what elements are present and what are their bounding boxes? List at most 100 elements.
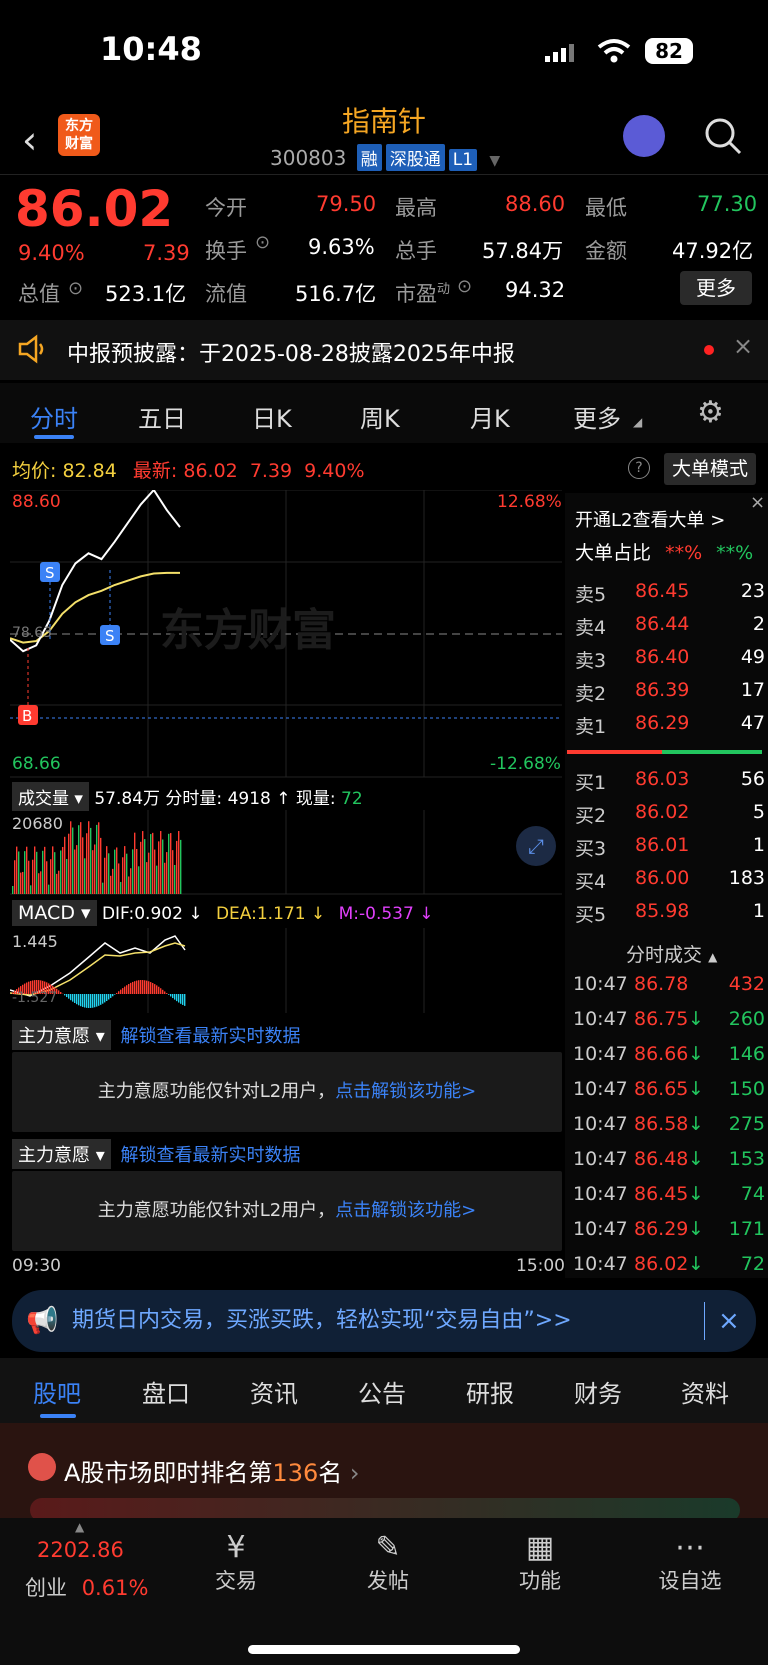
tab-intraday[interactable]: 分时 xyxy=(30,399,78,434)
tab-monthly-k[interactable]: 月K xyxy=(470,399,510,434)
nav-trade[interactable]: ¥ 交易 xyxy=(186,1530,286,1595)
rank-banner[interactable]: A股市场即时排名第136名 › xyxy=(0,1423,768,1522)
expand-icon[interactable]: ⤢ xyxy=(516,826,556,866)
tab-research[interactable]: 研报 xyxy=(466,1374,514,1409)
watermark-logo: 东方财富 xyxy=(160,605,336,656)
stock-code: 300803 xyxy=(270,146,347,170)
gear-icon[interactable]: ⚙ xyxy=(697,395,724,430)
macd-bar xyxy=(92,994,94,1008)
volume-bar xyxy=(150,834,152,894)
volume-bar xyxy=(178,831,180,894)
volume-selector[interactable]: 成交量 ▾ xyxy=(12,782,89,811)
unlock-feature-link[interactable]: 点击解锁该功能> xyxy=(335,1081,476,1102)
close-icon[interactable]: × xyxy=(750,492,765,513)
ask-row[interactable]: 卖1 86.29 47 xyxy=(575,712,765,742)
help-icon[interactable]: ? xyxy=(628,457,650,479)
bid-row[interactable]: 买2 86.02 5 xyxy=(575,801,765,831)
tab-finance[interactable]: 财务 xyxy=(574,1374,622,1409)
close-icon[interactable]: × xyxy=(733,332,753,360)
bid-row[interactable]: 买4 86.00 183 xyxy=(575,867,765,897)
main-intent-selector[interactable]: 主力意愿 ▾ xyxy=(12,1139,111,1169)
tab-daily-k[interactable]: 日K xyxy=(252,399,292,434)
vol-max-label: 20680 xyxy=(12,814,63,833)
main-intent-selector[interactable]: 主力意愿 ▾ xyxy=(12,1020,111,1050)
main-intent-locked[interactable]: 主力意愿功能仅针对L2用户，点击解锁该功能> xyxy=(12,1171,562,1251)
avg-label: 均价: xyxy=(12,460,57,482)
info-icon[interactable]: ⊙ xyxy=(255,232,270,253)
main-intent-header: 主力意愿 ▾ 解锁查看最新实时数据 xyxy=(12,1020,301,1050)
nav-functions[interactable]: ▦ 功能 xyxy=(490,1530,590,1595)
macd-bar xyxy=(84,994,86,1008)
volume-bar xyxy=(36,851,38,894)
macd-bar xyxy=(136,980,138,994)
volume-value: 57.84万 xyxy=(482,239,564,263)
main-intent-locked[interactable]: 主力意愿功能仅针对L2用户，点击解锁该功能> xyxy=(12,1052,562,1132)
ask-row[interactable]: 卖4 86.44 2 xyxy=(575,613,765,643)
caret-icon: ◢ xyxy=(633,415,643,429)
ask-row[interactable]: 卖3 86.40 49 xyxy=(575,646,765,676)
close-icon[interactable]: × xyxy=(718,1290,740,1352)
tag-level: L1 xyxy=(448,149,478,171)
unlock-feature-link[interactable]: 点击解锁该功能> xyxy=(335,1200,476,1221)
info-icon[interactable]: ⊙ xyxy=(457,276,472,297)
tab-profile[interactable]: 资料 xyxy=(681,1374,729,1409)
macd-bar xyxy=(114,994,116,995)
volume-bar xyxy=(70,821,72,894)
y-min-label: 68.66 xyxy=(12,754,61,774)
tick-volume: 260 xyxy=(728,1008,765,1030)
svg-text:S: S xyxy=(105,627,115,645)
tab-more[interactable]: 更多 xyxy=(573,399,621,434)
info-icon[interactable]: ⊙ xyxy=(68,278,83,299)
bid-row[interactable]: 买1 86.03 56 xyxy=(575,768,765,798)
bid-row[interactable]: 买5 85.98 1 xyxy=(575,900,765,930)
macd-bar xyxy=(168,994,170,995)
tick-time: 10:47 xyxy=(573,1078,628,1100)
macd-bar xyxy=(68,994,70,999)
bid-row[interactable]: 买3 86.01 1 xyxy=(575,834,765,864)
tab-announcements[interactable]: 公告 xyxy=(358,1374,406,1409)
volume-bar xyxy=(80,822,82,894)
tick-price: 86.48 xyxy=(634,1148,689,1170)
macd-selector[interactable]: MACD ▾ xyxy=(12,900,97,926)
robot-assistant-icon[interactable] xyxy=(623,115,665,157)
volume-bar xyxy=(144,839,146,894)
signal-icon xyxy=(545,44,581,66)
tab-guba[interactable]: 股吧 xyxy=(33,1374,81,1409)
ask-row[interactable]: 卖2 86.39 17 xyxy=(575,679,765,709)
stock-code-row[interactable]: 300803 融深股通 L1 ▼ xyxy=(270,144,500,171)
tab-pankou[interactable]: 盘口 xyxy=(142,1374,190,1409)
tick-arrow: ↓ xyxy=(688,1008,704,1030)
open-l2-link[interactable]: 开通L2查看大单 > xyxy=(575,506,725,532)
volume-bar xyxy=(68,833,70,894)
search-icon[interactable] xyxy=(703,116,743,160)
notice-banner[interactable]: 中报预披露：于2025-08-28披露2025年中报 × xyxy=(0,320,768,380)
big-order-mode-button[interactable]: 大单模式 xyxy=(664,453,756,485)
volume-bar xyxy=(78,825,80,894)
tab-news[interactable]: 资讯 xyxy=(250,1374,298,1409)
tick-price: 86.02 xyxy=(634,1253,689,1275)
nav-add-watchlist[interactable]: ⋯ 设自选 xyxy=(640,1530,740,1595)
futures-ad-banner[interactable]: 📢 期货日内交易，买涨买跌，轻松实现“交易自由”>> × xyxy=(12,1290,756,1352)
tab-weekly-k[interactable]: 周K xyxy=(360,399,400,434)
bid-volume: 1 xyxy=(752,900,765,922)
fs-arrow: ↑ xyxy=(276,789,291,809)
ask-level: 卖1 xyxy=(575,716,607,738)
bid-level: 买3 xyxy=(575,838,607,860)
unlock-link[interactable]: 解锁查看最新实时数据 xyxy=(121,1026,301,1047)
high-value: 88.60 xyxy=(505,192,566,216)
unlock-link[interactable]: 解锁查看最新实时数据 xyxy=(121,1145,301,1166)
time-start: 09:30 xyxy=(12,1256,61,1276)
index-value[interactable]: 2202.86 xyxy=(37,1538,124,1562)
y-max-label: 88.60 xyxy=(12,492,61,512)
nav-post[interactable]: ✎ 发帖 xyxy=(338,1530,438,1595)
macd-bar xyxy=(144,980,146,994)
rank-suffix: 名 xyxy=(318,1459,343,1487)
intraday-chart[interactable]: 东方财富 S S B xyxy=(10,490,562,780)
ticks-title[interactable]: 分时成交 ▲ xyxy=(626,940,717,967)
macd-bar xyxy=(80,994,82,1007)
tick-arrow: ↓ xyxy=(688,1078,704,1100)
ask-row[interactable]: 卖5 86.45 23 xyxy=(575,580,765,610)
bid-level: 买1 xyxy=(575,772,607,794)
tab-5day[interactable]: 五日 xyxy=(138,399,186,434)
more-button[interactable]: 更多 xyxy=(680,271,752,305)
